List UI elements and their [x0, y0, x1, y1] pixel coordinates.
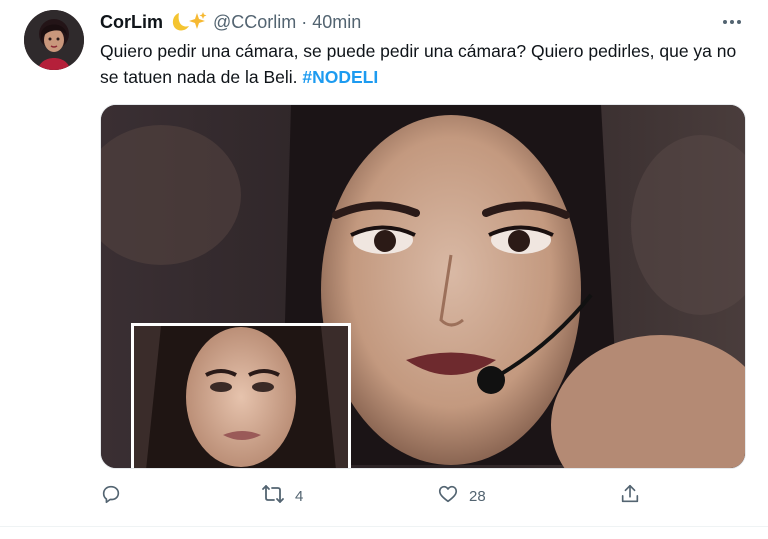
moon-sparkles-icon: [169, 11, 207, 33]
reply-button[interactable]: [100, 482, 132, 510]
like-button[interactable]: 28: [437, 482, 486, 510]
reply-icon: [100, 483, 122, 509]
author-name[interactable]: CorLim: [100, 12, 163, 33]
separator-dot: ·: [301, 11, 308, 32]
tweet-text: Quiero pedir una cámara, se puede pedir …: [100, 38, 750, 90]
avatar[interactable]: [24, 10, 84, 70]
tweet-timestamp[interactable]: 40min: [312, 12, 361, 33]
share-icon: [619, 483, 641, 509]
tweet-media-image[interactable]: [100, 104, 746, 469]
hashtag-link[interactable]: #NODELI: [302, 67, 378, 87]
share-button[interactable]: [619, 482, 651, 510]
tweet-actions: 4 28: [100, 482, 660, 510]
author-handle[interactable]: @CCorlim: [213, 12, 296, 33]
tweet-body-text: Quiero pedir una cámara, se puede pedir …: [100, 41, 737, 87]
tweet-divider: [0, 526, 768, 527]
heart-icon: [437, 483, 459, 509]
like-count: 28: [469, 487, 486, 505]
retweet-icon: [261, 483, 285, 509]
retweet-button[interactable]: 4: [261, 482, 303, 510]
retweet-count: 4: [295, 487, 304, 505]
tweet-header: CorLim @CCorlim · 40min: [100, 11, 361, 33]
more-horizontal-icon[interactable]: [720, 12, 744, 32]
tweet[interactable]: CorLim @CCorlim · 40min Quiero pedir una…: [0, 0, 768, 539]
